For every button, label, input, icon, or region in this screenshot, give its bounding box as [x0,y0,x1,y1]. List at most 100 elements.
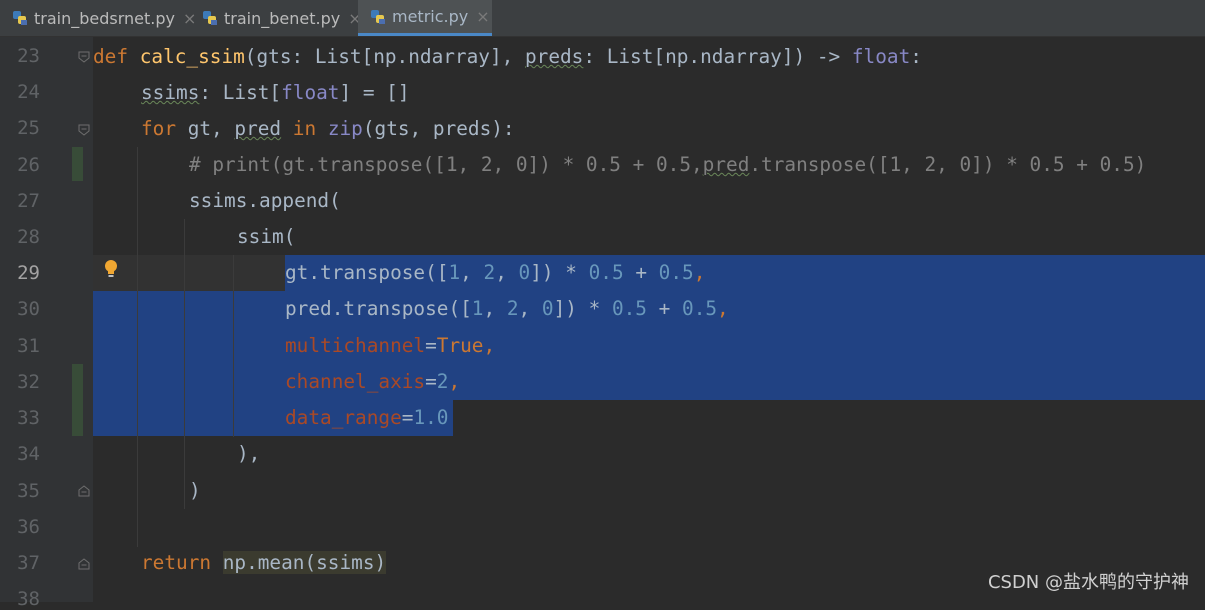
keyword: def [93,45,129,68]
code-line-33: data_range=1.0 [285,400,448,436]
code-line-23: def calc_ssim(gts: List[np.ndarray], pre… [93,39,922,75]
keyword: return [141,551,212,574]
fold-marker-icon[interactable] [77,484,91,498]
line-number: 35 [17,480,40,502]
code-line-35: ) [189,473,201,509]
keyword: in [281,117,328,140]
code-text: ssims.append( [189,189,341,212]
code-text: = [425,334,437,357]
line-number: 34 [17,443,40,465]
code-text: gt, [176,117,235,140]
code-editor[interactable]: 23 24 25 26 27 28 29 30 31 32 33 34 35 3… [0,37,1205,610]
number: 0 [518,261,531,284]
number: 0.5 [682,297,718,320]
code-line-31: multichannel=True, [285,328,495,364]
number: 0.5 [588,261,624,284]
number: 0.5 [611,297,647,320]
number: 0.5 [658,261,694,284]
number: 2 [436,370,449,393]
line-number: 30 [17,298,40,320]
tab-train-bedsrnet[interactable]: train_bedsrnet.py × [0,0,196,36]
change-marker [72,364,83,436]
line-number: 26 [17,154,40,176]
code-text: ), [237,442,261,465]
line-number-current: 29 [17,262,40,284]
code-text: , [483,334,496,357]
tab-train-benet[interactable]: train_benet.py × [190,0,362,36]
code-text: = [425,370,437,393]
lightbulb-icon[interactable] [104,259,118,279]
watermark: CSDN @盐水鸭的守护神 [987,572,1189,593]
function-name: calc_ssim [139,45,245,68]
code-line-29: gt.transpose([1, 2, 0]) * 0.5 + 0.5, [285,255,705,291]
builtin: zip [327,117,363,140]
builtin: float [281,81,340,104]
code-text: ]) * [553,297,612,320]
line-number: 24 [17,81,40,103]
code-text: = [401,406,414,429]
keyword: for [141,117,177,140]
close-icon[interactable]: × [476,7,489,26]
indent-guide [184,219,185,509]
line-number: 36 [17,516,40,538]
fold-marker-icon[interactable] [77,557,91,571]
code-line-27: ssims.append( [189,183,341,219]
code-text: + [646,297,683,320]
code-text: , [693,261,706,284]
comment: pred [702,153,750,176]
code-text: ]) * [530,261,589,284]
parameter-name: data_range [285,406,402,429]
code-text: (gts: List[np.ndarray], [244,45,525,68]
code-text: (gts, preds): [362,117,515,140]
comment: .transpose([1, 2, 0]) * 0.5 + 0.5) [749,153,1147,176]
code-text: ssim( [237,225,296,248]
code-text: ssims [141,81,200,104]
comment: # print(gt.transpose([1, 2, 0]) * 0.5 + … [189,153,703,176]
line-number: 27 [17,190,40,212]
python-file-icon [370,9,386,25]
line-number: 32 [17,371,40,393]
current-line-highlight [93,255,285,291]
code-text: np.mean(ssims) [222,551,387,574]
code-text: , [518,297,542,320]
line-number: 37 [17,552,40,574]
code-text: , [717,297,729,320]
code-line-26: # print(gt.transpose([1, 2, 0]) * 0.5 + … [189,147,1146,183]
python-file-icon [12,10,28,26]
indent-guide [137,147,138,547]
line-number: 28 [17,226,40,248]
code-line-32: channel_axis=2, [285,364,460,400]
code-text: , [448,370,461,393]
code-text: : [910,45,922,68]
code-line-25: for gt, pred in zip(gts, preds): [141,111,515,147]
fold-marker-icon[interactable] [77,50,91,64]
line-number: 33 [17,407,40,429]
tab-label: metric.py [392,7,469,26]
code-line-37: return np.mean(ssims) [141,545,387,581]
indent-guide [233,255,234,437]
code-text: : List[ [199,81,282,104]
number: 0 [541,297,554,320]
code-text: , [495,261,519,284]
number: 1 [471,297,484,320]
code-text: + [623,261,659,284]
editor-tab-bar: train_bedsrnet.py × train_benet.py × met… [0,0,1205,37]
change-marker [72,147,83,181]
number: 2 [506,297,519,320]
code-text: preds [524,45,584,68]
number: 1 [448,261,461,284]
code-line-30: pred.transpose([1, 2, 0]) * 0.5 + 0.5, [285,291,729,327]
fold-marker-icon[interactable] [77,123,91,137]
code-text: pred [234,117,282,140]
python-file-icon [202,10,218,26]
tab-metric[interactable]: metric.py × [358,0,492,36]
parameter-name: channel_axis [285,370,426,393]
code-text: , [460,261,484,284]
code-line-24: ssims: List[float] = [] [141,75,410,111]
builtin: float [851,45,911,68]
tab-label: train_benet.py [224,8,341,28]
code-text: pred.transpose([ [285,297,472,320]
number: 1.0 [413,406,449,429]
code-text: ] = [] [339,81,410,104]
parameter-name: multichannel [285,334,426,357]
